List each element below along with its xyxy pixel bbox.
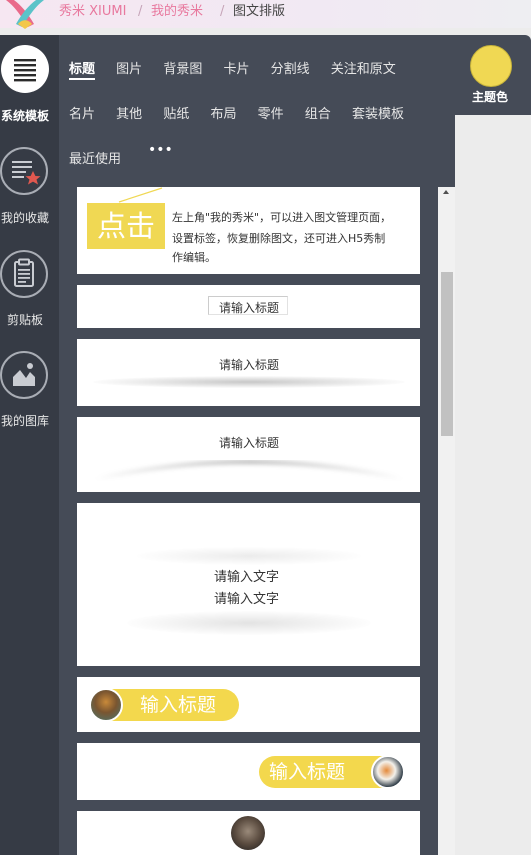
avatar-icon — [371, 755, 405, 789]
tab-follow-original[interactable]: 关注和原文 — [331, 58, 396, 77]
sidebar-item-clipboard[interactable]: 剪贴板 — [0, 250, 59, 340]
tab-combination[interactable]: 组合 — [305, 103, 331, 122]
template-card-avatar-pill-right[interactable]: 输入标题 — [77, 743, 420, 800]
title-placeholder: 请输入标题 — [219, 358, 280, 372]
sidebar-item-label: 我的图库 — [0, 414, 49, 428]
theme-color-swatch[interactable] — [470, 45, 512, 87]
clipboard-icon — [0, 250, 48, 298]
title-placeholder: 请输入标题 — [219, 436, 280, 450]
list-icon — [1, 45, 49, 93]
tip-text-line-3: 作编辑。 — [172, 251, 216, 264]
title-placeholder: 请输入标题 — [219, 301, 280, 315]
pointer-line-icon — [118, 187, 163, 203]
tab-layout[interactable]: 布局 — [210, 103, 236, 122]
sidebar-item-favorites[interactable]: 我的收藏 — [0, 147, 59, 237]
tab-image[interactable]: 图片 — [116, 58, 142, 77]
shadow-divider-bottom — [127, 611, 371, 635]
scrollbar-thumb[interactable] — [441, 272, 453, 436]
template-card-shadow-text[interactable]: 请输入文字 请输入文字 — [77, 503, 420, 666]
sidebar-item-label: 我的收藏 — [0, 211, 49, 225]
category-tabs-row-2: 名片 其他 贴纸 布局 零件 组合 套装模板 — [69, 103, 421, 122]
template-card-shadow-title[interactable]: 请输入标题 — [77, 339, 420, 406]
gallery-icon — [0, 351, 48, 399]
xiumi-logo-icon[interactable] — [4, 0, 46, 30]
tab-parts[interactable]: 零件 — [258, 103, 284, 122]
breadcrumb-bar: 秀米 XIUMI / 我的秀米 / 图文排版 — [0, 0, 531, 30]
sidebar-item-label: 系统模板 — [0, 109, 49, 123]
tip-text-line-1: 左上角"我的秀米"，可以进入图文管理页面， — [172, 211, 392, 224]
category-tabs-row-1: 标题 图片 背景图 卡片 分割线 关注和原文 — [69, 58, 413, 80]
more-tabs-icon[interactable]: ••• — [148, 142, 173, 158]
template-card-avatar-pill-left[interactable]: 输入标题 — [77, 677, 420, 732]
sidebar-item-system-templates[interactable]: 系统模板 — [0, 45, 59, 137]
text-placeholder-line-1: 请输入文字 — [214, 570, 280, 585]
category-tabs-row-3: 最近使用 — [69, 148, 138, 167]
shadow-divider-top — [137, 547, 361, 565]
tab-sticker[interactable]: 贴纸 — [163, 103, 189, 122]
tab-divider[interactable]: 分割线 — [271, 58, 310, 77]
curved-shadow-divider — [94, 460, 404, 481]
tab-card[interactable]: 卡片 — [223, 58, 249, 77]
text-placeholder-line-2: 请输入文字 — [214, 592, 280, 607]
avatar-icon — [231, 816, 265, 850]
tip-badge: 点击 — [87, 203, 165, 249]
shadow-divider — [93, 376, 405, 388]
sidebar: 系统模板 我的收藏 剪贴板 我的图库 — [0, 35, 59, 855]
tab-background[interactable]: 背景图 — [163, 58, 202, 77]
breadcrumb-separator: / — [138, 4, 143, 19]
theme-color-label: 主题色 — [471, 90, 508, 104]
avatar-icon — [89, 688, 123, 722]
sidebar-item-label: 剪贴板 — [6, 313, 43, 327]
tab-title[interactable]: 标题 — [69, 58, 96, 80]
breadcrumb-my-xiumi-link[interactable]: 我的秀米 — [151, 4, 203, 20]
tab-other[interactable]: 其他 — [116, 103, 142, 122]
pill-title-text: 输入标题 — [140, 694, 217, 716]
template-card-curved-shadow-title[interactable]: 请输入标题 — [77, 417, 420, 492]
pill-title-text: 输入标题 — [269, 761, 346, 783]
breadcrumb-home-link[interactable]: 秀米 XIUMI — [59, 4, 126, 20]
favorites-icon — [0, 147, 48, 195]
template-card-tip[interactable]: 点击 左上角"我的秀米"，可以进入图文管理页面， 设置标签，恢复删除图文，还可进… — [77, 187, 420, 274]
sidebar-item-gallery[interactable]: 我的图库 — [0, 351, 59, 441]
theme-color-picker[interactable]: 主题色 — [455, 35, 531, 115]
breadcrumb-separator: / — [220, 4, 225, 19]
scroll-up-arrow-icon[interactable] — [443, 190, 449, 194]
tab-business-card[interactable]: 名片 — [69, 103, 95, 122]
tip-text-line-2: 设置标签，恢复删除图文，还可进入H5秀制 — [172, 232, 386, 245]
template-card-bracket-title[interactable]: 请输入标题 — [77, 285, 420, 328]
template-card-avatar-center[interactable] — [77, 811, 420, 855]
tab-template-set[interactable]: 套装模板 — [352, 103, 404, 122]
breadcrumb-current: 图文排版 — [233, 4, 286, 19]
tab-recently-used[interactable]: 最近使用 — [69, 148, 121, 167]
